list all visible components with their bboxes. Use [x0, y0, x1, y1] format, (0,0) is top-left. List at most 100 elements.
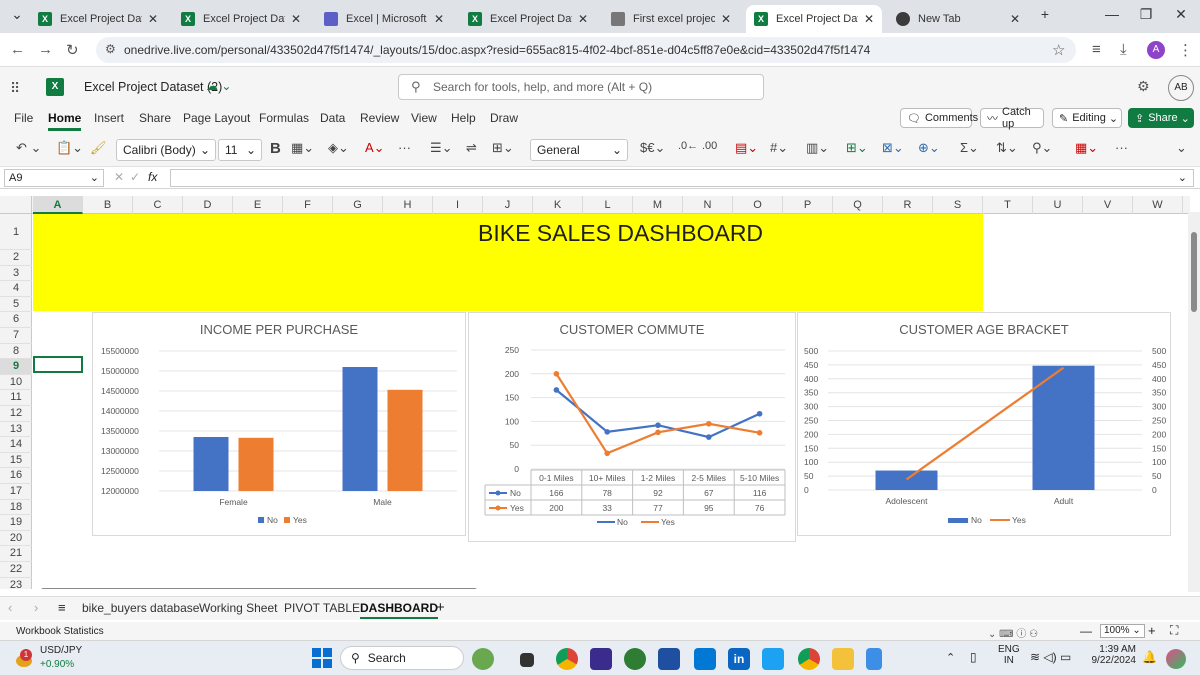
- browser-tab[interactable]: X Excel Project Dataset ✕: [30, 5, 166, 33]
- linkedin-icon[interactable]: in: [728, 648, 750, 670]
- row-header[interactable]: 7: [0, 328, 32, 344]
- browser-tab[interactable]: New Tab ✕: [888, 5, 1028, 33]
- sheet-tab[interactable]: Working Sheet: [199, 601, 278, 615]
- ribbon-tab-draw[interactable]: Draw: [490, 111, 518, 125]
- close-tab-icon[interactable]: ✕: [864, 12, 874, 26]
- row-header[interactable]: 13: [0, 422, 32, 438]
- twitter-icon[interactable]: [762, 648, 784, 670]
- format-table-icon[interactable]: #⌄: [770, 140, 788, 156]
- column-header[interactable]: U: [1033, 196, 1083, 214]
- formula-input[interactable]: ⌄: [170, 169, 1194, 187]
- close-tab-icon[interactable]: ✕: [1010, 12, 1020, 26]
- show-hidden-icons[interactable]: ⌃: [946, 651, 955, 664]
- minimize-button[interactable]: —: [1097, 6, 1127, 22]
- saved-status-icon[interactable]: ☁ ⌄: [206, 79, 231, 93]
- browser-menu-icon[interactable]: ⋮: [1178, 41, 1193, 59]
- insert-cells-icon[interactable]: ⊞⌄: [846, 140, 868, 156]
- column-header[interactable]: K: [533, 196, 583, 214]
- column-header[interactable]: M: [633, 196, 683, 214]
- row-header[interactable]: 11: [0, 390, 32, 406]
- currency-icon[interactable]: $€⌄: [640, 140, 665, 156]
- ribbon-tab-page-layout[interactable]: Page Layout: [183, 111, 250, 125]
- format-painter-icon[interactable]: 🖌: [90, 140, 107, 156]
- close-tab-icon[interactable]: ✕: [148, 12, 158, 26]
- ribbon-tab-help[interactable]: Help: [451, 111, 476, 125]
- add-sheet-button[interactable]: +: [436, 599, 445, 616]
- restore-button[interactable]: ❐: [1131, 6, 1161, 23]
- merge-icon[interactable]: ⊞⌄: [492, 140, 514, 156]
- column-header[interactable]: N: [683, 196, 733, 214]
- column-header[interactable]: P: [783, 196, 833, 214]
- notification-bell-icon[interactable]: 🔔: [1142, 650, 1157, 664]
- site-info-icon[interactable]: ⚙: [105, 42, 116, 56]
- customer-age-bracket-chart[interactable]: CUSTOMER AGE BRACKET 500 500 450 450 400 400 3…: [797, 312, 1171, 536]
- store-icon[interactable]: [658, 648, 680, 670]
- ribbon-tab-home[interactable]: Home: [48, 111, 82, 131]
- browser-tab[interactable]: X Excel Project Dataset ✕: [746, 5, 882, 33]
- column-header[interactable]: I: [433, 196, 483, 214]
- confirm-entry-icon[interactable]: ✓: [130, 170, 140, 184]
- bold-button[interactable]: B: [270, 140, 281, 157]
- browser-tab[interactable]: X Excel Project Dataset ✕: [460, 5, 596, 33]
- edge-icon[interactable]: [624, 648, 646, 670]
- find-icon[interactable]: ⚲⌄: [1032, 140, 1052, 156]
- column-header[interactable]: A: [33, 196, 83, 214]
- column-header[interactable]: L: [583, 196, 633, 214]
- ribbon-tab-insert[interactable]: Insert: [94, 111, 124, 125]
- network-volume-icons[interactable]: ≋ ◁) ▭: [1030, 650, 1071, 664]
- download-icon[interactable]: ⤓: [1120, 41, 1127, 58]
- widget-icon[interactable]: [472, 648, 494, 670]
- document-title[interactable]: Excel Project Dataset (2): [84, 80, 222, 94]
- close-tab-icon[interactable]: ✕: [578, 12, 588, 26]
- column-header[interactable]: F: [283, 196, 333, 214]
- column-header[interactable]: G: [333, 196, 383, 214]
- number-format-select[interactable]: General ⌄: [530, 139, 628, 161]
- selected-cell[interactable]: [33, 356, 83, 373]
- ribbon-tab-data[interactable]: Data: [320, 111, 345, 125]
- close-tab-icon[interactable]: ✕: [291, 12, 301, 26]
- conditional-format-icon[interactable]: ▤⌄: [735, 140, 758, 156]
- copilot-icon[interactable]: [1166, 649, 1186, 669]
- sheet-tab[interactable]: PIVOT TABLE: [284, 601, 360, 615]
- profile-avatar[interactable]: A: [1147, 41, 1165, 59]
- wrap-text-icon[interactable]: ⇌: [466, 140, 477, 156]
- insert-function-icon[interactable]: fx: [148, 170, 157, 184]
- ribbon-tab-share[interactable]: Share: [139, 111, 171, 125]
- vertical-scroll-thumb[interactable]: [1191, 232, 1197, 312]
- url-field[interactable]: ⚙ onedrive.live.com/personal/433502d47f5…: [96, 37, 1076, 63]
- share-button[interactable]: ⇪ Share ⌄: [1128, 108, 1194, 128]
- font-size-select[interactable]: 11 ⌄: [218, 139, 262, 161]
- editing-mode-button[interactable]: ✎ Editing ⌄: [1052, 108, 1122, 128]
- row-header[interactable]: 3: [0, 266, 32, 282]
- battery-status-icon[interactable]: ▯: [970, 650, 977, 664]
- row-header[interactable]: 23: [0, 578, 32, 589]
- align-icon[interactable]: ☰⌄: [430, 140, 453, 156]
- zoom-level-select[interactable]: 100% ⌄: [1100, 624, 1145, 638]
- row-header[interactable]: 20: [0, 531, 32, 547]
- income-per-purchase-chart[interactable]: INCOME PER PURCHASE 15500000 15000000 1450…: [92, 312, 466, 536]
- horizontal-scroll-thumb[interactable]: [40, 588, 478, 589]
- format-cells-icon[interactable]: ⊕⌄: [918, 140, 940, 156]
- delete-cells-icon[interactable]: ⊠⌄: [882, 140, 904, 156]
- bookmark-star-icon[interactable]: ☆: [1052, 41, 1065, 59]
- ribbon-collapse-icon[interactable]: ⌄: [1176, 140, 1187, 156]
- row-header[interactable]: 8: [0, 344, 32, 360]
- new-tab-button[interactable]: +: [1030, 6, 1060, 22]
- zoom-out-icon[interactable]: —: [1080, 624, 1092, 638]
- file-explorer-icon[interactable]: [832, 648, 854, 670]
- browser-tab[interactable]: Excel | Microsoft 365 ✕: [316, 5, 452, 33]
- ribbon-tab-view[interactable]: View: [411, 111, 437, 125]
- increase-decimal-icon[interactable]: .00: [702, 140, 717, 152]
- column-header[interactable]: T: [983, 196, 1033, 214]
- row-header[interactable]: 1: [0, 214, 32, 250]
- column-header[interactable]: H: [383, 196, 433, 214]
- clock[interactable]: 1:39 AM 9/22/2024: [1086, 644, 1137, 666]
- browser-tab[interactable]: First excel project.xls ✕: [603, 5, 739, 33]
- forward-icon[interactable]: →: [38, 41, 53, 58]
- language-indicator[interactable]: ENG IN: [998, 644, 1020, 666]
- notepad-icon[interactable]: [866, 648, 882, 670]
- more-toolbar-icon[interactable]: ···: [1115, 140, 1128, 155]
- column-header[interactable]: V: [1083, 196, 1133, 214]
- worksheet-grid[interactable]: ABCDEFGHIJKLMNOPQRSTUVW 1 2 3 4 5 6 7 8 9 10 11 12 1…: [0, 196, 1190, 589]
- row-header[interactable]: 12: [0, 406, 32, 422]
